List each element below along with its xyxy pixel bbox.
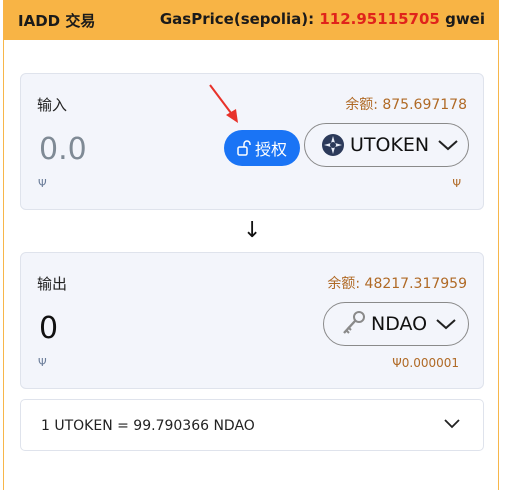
swap-direction-button[interactable]: ↓ [243, 218, 261, 243]
chevron-down-icon [444, 419, 460, 429]
output-token-select[interactable]: NDAO [323, 302, 469, 346]
input-panel: 输入 余额: 875.697178 0.0 授权 UTOKEN Ψ Ψ [20, 73, 484, 210]
exchange-rate-text: 1 UTOKEN = 99.790366 NDAO [41, 418, 255, 434]
output-token-name: NDAO [371, 313, 428, 335]
utoken-logo-icon [322, 134, 344, 156]
chevron-down-icon [436, 319, 456, 330]
input-amount-field[interactable]: 0.0 [39, 132, 87, 167]
output-label: 输出 [37, 275, 68, 293]
key-icon [343, 311, 365, 334]
input-token-network-icon: Ψ [452, 177, 461, 190]
input-network-icon: Ψ [38, 177, 47, 190]
output-network-icon: Ψ [38, 356, 47, 369]
exchange-rate-row[interactable]: 1 UTOKEN = 99.790366 NDAO [20, 399, 484, 451]
app-title: IADD 交易 [18, 12, 96, 30]
gas-price-label: GasPrice(sepolia): [159, 10, 315, 28]
output-fee: Ψ0.000001 [392, 356, 459, 370]
chevron-down-icon [438, 140, 458, 151]
output-panel: 输出 余额: 48217.317959 0 NDAO Ψ Ψ0.000001 [20, 252, 484, 389]
input-label: 输入 [37, 96, 68, 114]
gas-price-value: 112.95115705 [319, 10, 440, 28]
output-amount-field[interactable]: 0 [39, 311, 58, 346]
output-balance: 余额: 48217.317959 [327, 276, 467, 292]
gas-price-unit: gwei [445, 10, 485, 28]
unlock-icon [237, 140, 251, 156]
input-token-select[interactable]: UTOKEN [304, 123, 469, 167]
gas-price: GasPrice(sepolia): 112.95115705 gwei [160, 10, 485, 28]
approve-button-label: 授权 [254, 140, 287, 159]
app-header: IADD 交易 GasPrice(sepolia): 112.95115705 … [3, 0, 499, 40]
pointer-arrow-icon [209, 84, 238, 123]
approve-button[interactable]: 授权 [224, 130, 300, 166]
input-token-name: UTOKEN [350, 134, 430, 156]
input-balance: 余额: 875.697178 [345, 97, 467, 113]
